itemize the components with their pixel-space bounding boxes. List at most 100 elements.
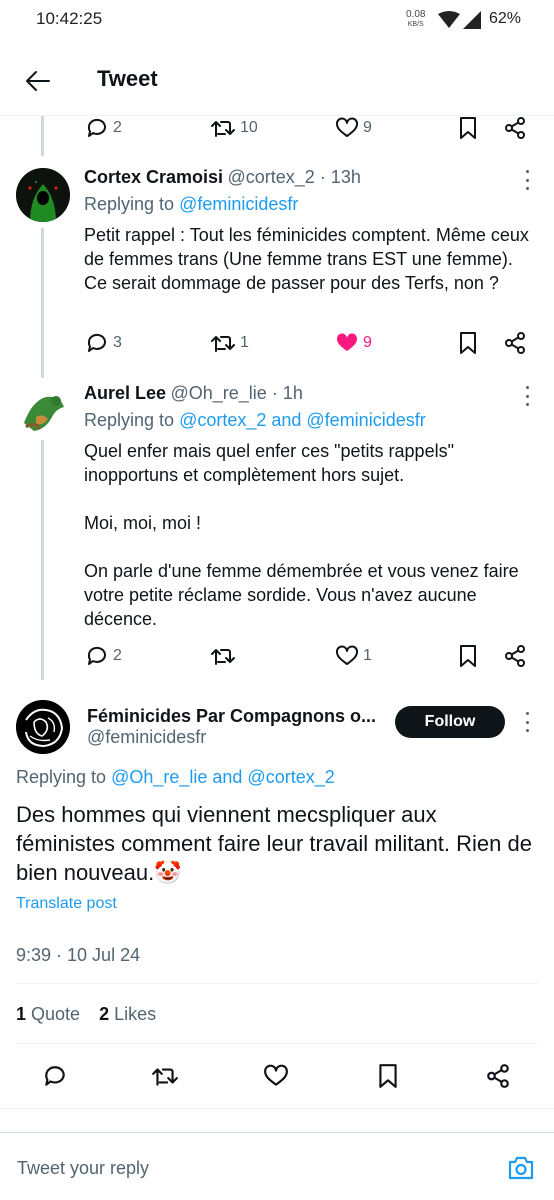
share-button[interactable] [503,331,527,355]
share-button[interactable] [485,1063,511,1089]
camera-button[interactable] [507,1155,535,1181]
share-button[interactable] [503,644,527,668]
translate-link[interactable]: Translate post [16,895,117,913]
more-options-button[interactable] [519,712,535,732]
display-name[interactable]: Cortex Cramoisi [84,167,223,187]
more-options-button[interactable] [519,170,535,190]
retweet-button[interactable]: 10 [210,116,258,140]
like-button[interactable] [263,1063,289,1089]
bookmark-icon [460,117,476,139]
share-button[interactable] [503,116,527,140]
share-icon [505,332,525,354]
mention-link[interactable]: @Oh_re_lie and @cortex_2 [111,767,335,787]
divider [16,983,538,984]
thread-line [41,228,44,378]
heart-icon [336,117,358,137]
avatar[interactable] [16,700,70,754]
bookmark-button[interactable] [457,116,479,140]
bookmark-icon [379,1064,397,1088]
reply-input[interactable]: Tweet your reply [17,1158,149,1179]
quote-label: Quote [31,1004,81,1024]
user-handle: @cortex_2 [227,167,315,187]
replying-to-label: Replying to [84,194,180,214]
display-name[interactable]: Aurel Lee [84,383,166,403]
tweet-header: Aurel Lee @Oh_re_lie · 1h [84,383,504,404]
user-handle: @feminicidesfr [87,727,207,747]
tweet-actions: 3 1 9 [85,331,530,361]
network-speed: 0.08 KB/S [406,10,425,30]
battery-level: 62% [489,10,522,27]
camera-icon [508,1156,534,1180]
tweet-timestamp: 9:39 · 10 Jul 24 [16,945,141,965]
comment-icon [87,118,106,137]
retweet-icon [211,649,235,665]
bookmark-icon [460,645,476,667]
like-count: 9 [363,334,372,351]
heart-filled-icon [336,333,358,351]
avatar[interactable] [16,168,70,222]
retweet-count: 10 [240,119,258,136]
avatar-green-figure [16,383,70,437]
likes-count: 2 [99,1004,110,1024]
tweet-time: · 1h [266,383,303,403]
network-speed-value: 0.08 [406,9,426,20]
follow-button[interactable]: Follow [395,706,505,738]
quote-count: 1 [16,1004,27,1024]
reply-button[interactable]: 3 [85,331,122,355]
reply-button[interactable]: 2 [85,644,122,668]
arrow-left-icon [26,71,50,91]
replying-to-label: Replying to [84,410,180,430]
avatar[interactable] [16,383,70,437]
bookmark-icon [460,332,476,354]
like-count: 1 [363,647,372,664]
more-options-button[interactable] [519,386,535,406]
like-button[interactable]: 9 [335,331,372,355]
main-tweet-text: Des hommes qui viennent mecspliquer aux … [16,802,532,885]
bookmark-button[interactable] [457,644,479,668]
retweet-icon [152,1068,178,1086]
heart-icon [264,1064,288,1086]
retweet-count: 1 [240,334,249,351]
retweet-button[interactable] [210,644,240,668]
comment-icon [87,333,106,352]
mention-link[interactable]: @cortex_2 and @feminicidesfr [179,410,426,430]
retweet-button[interactable] [151,1063,179,1089]
replying-to: Replying to @Oh_re_lie and @cortex_2 [16,767,335,788]
reply-button[interactable]: 2 [85,116,122,140]
reply-count: 3 [113,334,122,351]
tweet-text: Quel enfer mais quel enfer ces "petits r… [84,441,519,629]
tweet-actions: 2 1 [85,644,530,674]
reply-button[interactable] [42,1063,68,1089]
heart-icon [336,645,358,665]
status-bar: 10:42:25 0.08 KB/S 62% [0,0,554,44]
thread-line [41,440,44,680]
retweet-button[interactable]: 1 [210,331,249,355]
back-button[interactable] [22,65,54,97]
bookmark-button[interactable] [457,331,479,355]
tweet-header: Cortex Cramoisi @cortex_2 · 13h [84,167,504,188]
engagement-stats: 1 Quote 2 Likes [16,1004,156,1025]
signal-icon [463,11,481,29]
replying-to-label: Replying to [16,767,112,787]
likes-stat[interactable]: 2 Likes [99,1004,156,1024]
like-count: 9 [363,119,372,136]
reply-composer[interactable]: Tweet your reply [0,1132,554,1200]
display-name[interactable]: Féminicides Par Compagnons o... [87,706,387,727]
quotes-stat[interactable]: 1 Quote [16,1004,85,1024]
like-button[interactable]: 1 [335,644,372,668]
likes-label: Likes [114,1004,157,1024]
like-button[interactable]: 9 [335,116,372,140]
retweet-icon [211,121,235,137]
retweet-icon [211,336,235,352]
main-tweet-actions [0,1060,554,1092]
divider [0,1108,554,1109]
bookmark-button[interactable] [376,1063,400,1089]
status-time: 10:42:25 [36,9,103,28]
thread-line [41,116,44,156]
mention-link[interactable]: @feminicidesfr [179,194,298,214]
page-title: Tweet [97,66,158,91]
network-speed-unit: KB/S [407,21,424,28]
avatar-illustration [16,700,70,754]
reply-count: 2 [113,119,122,136]
replying-to: Replying to @feminicidesfr [84,194,298,215]
